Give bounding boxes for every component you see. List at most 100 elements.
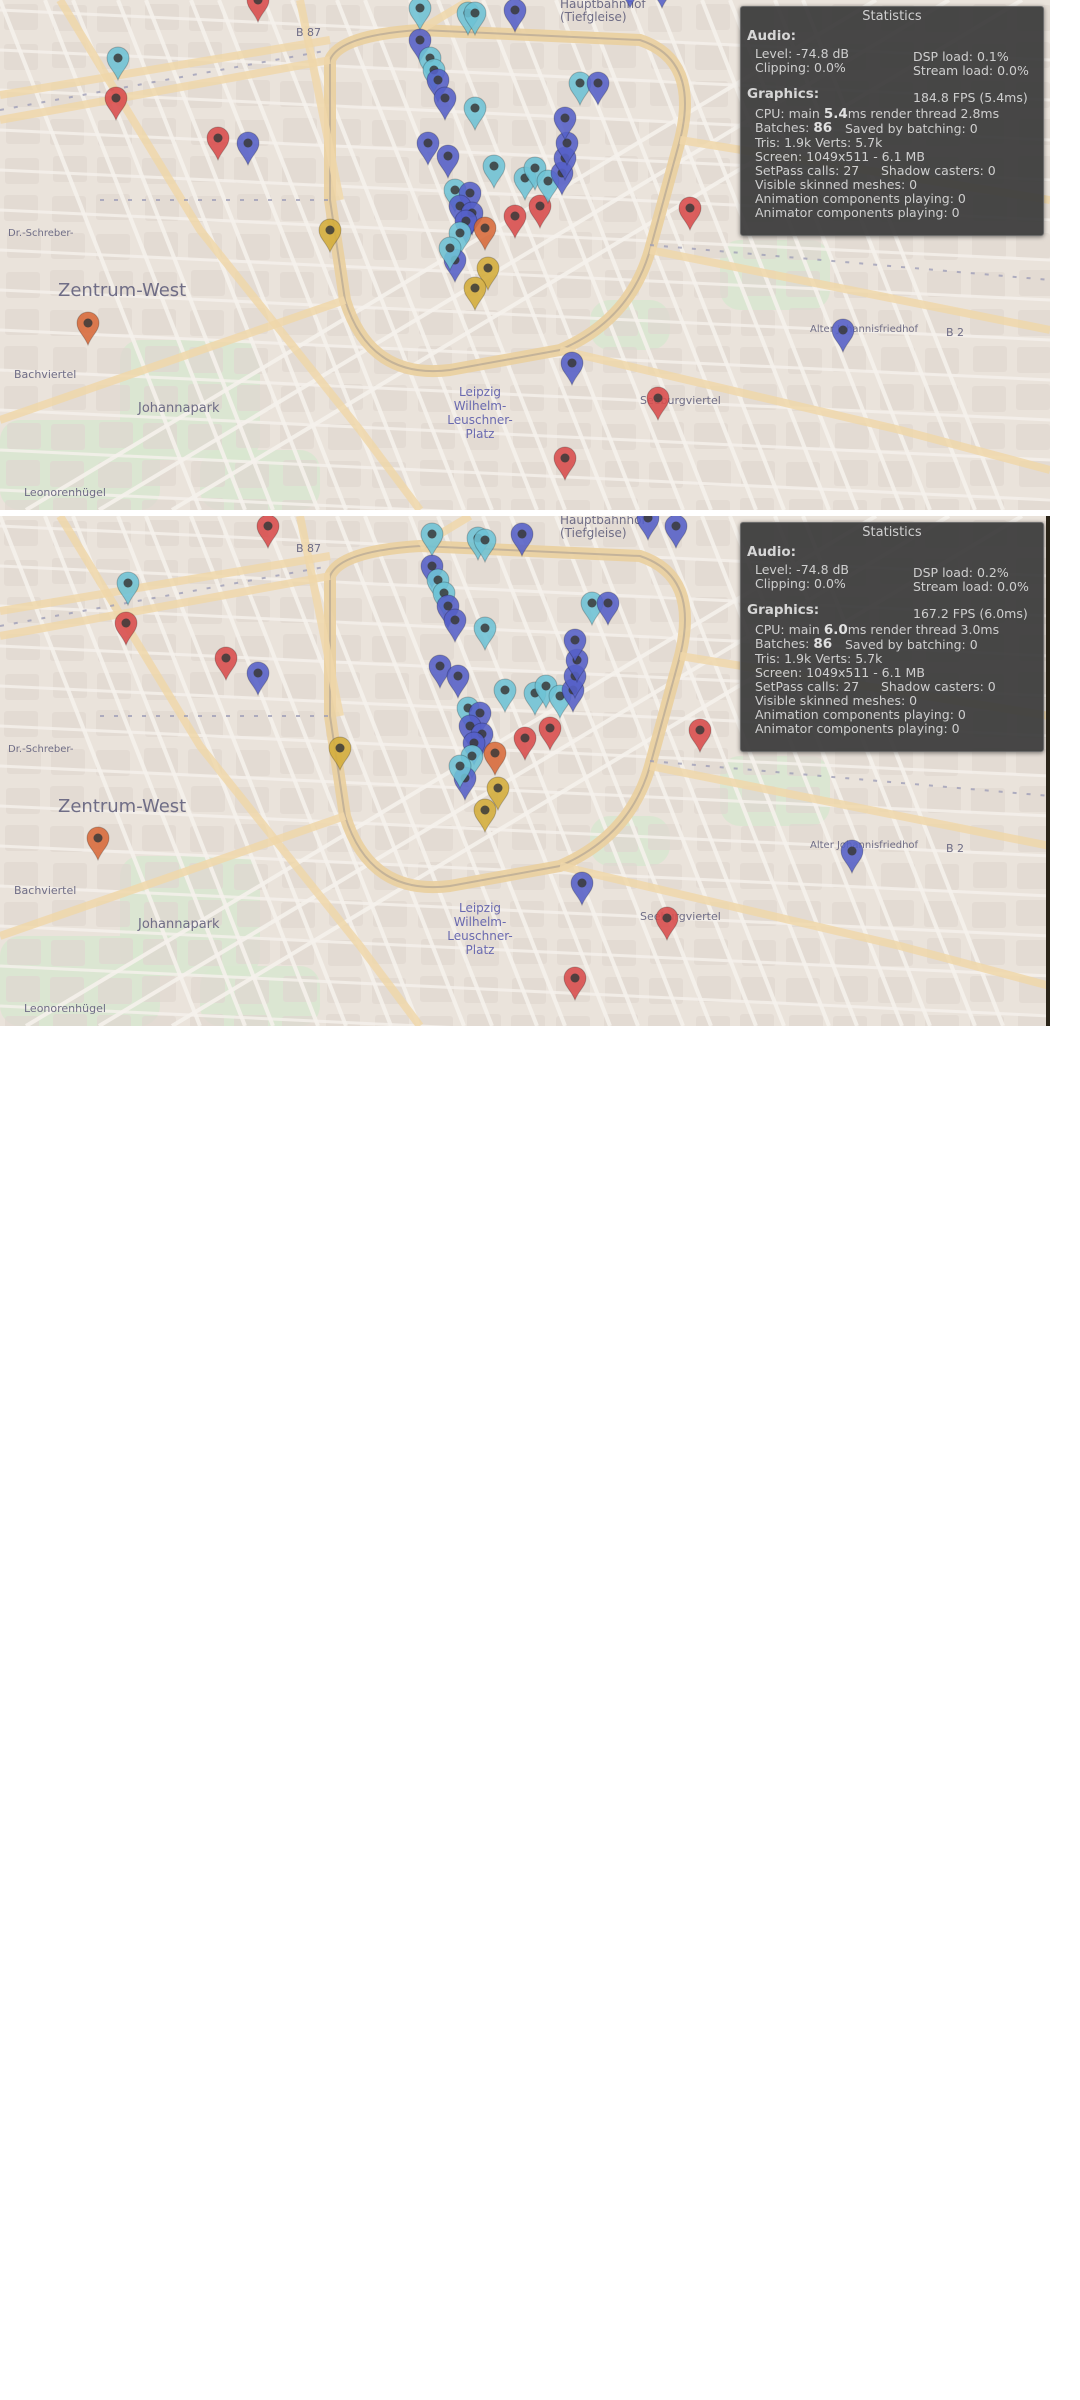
marker-dot (847, 846, 857, 856)
marker-dot (593, 78, 603, 88)
marker-dot (113, 53, 123, 63)
marker-dot (570, 973, 580, 983)
marker-dot (570, 635, 580, 645)
cpu-suffix: ms render thread 2.8ms (847, 106, 1000, 121)
marker-dot (121, 618, 131, 628)
marker-dot (433, 75, 443, 85)
marker-dot (475, 708, 485, 718)
batches-readout: Batches: 86 (755, 120, 833, 136)
audio-header: Audio: (747, 544, 797, 560)
marker-dot (243, 138, 253, 148)
stream-load: Stream load: 0.0% (913, 579, 1029, 594)
marker-dot (445, 243, 455, 253)
map-label: Dr.-Schreber- (8, 228, 74, 239)
marker-dot (489, 161, 499, 171)
stats-title: Statistics (862, 9, 922, 24)
map-label: B 87 (296, 542, 321, 555)
marker-dot (560, 113, 570, 123)
marker-dot (483, 263, 493, 273)
map-label: Leonorenhügel (24, 1002, 106, 1015)
marker-dot (213, 133, 223, 143)
marker-dot (838, 325, 848, 335)
marker-dot (510, 5, 520, 15)
marker-dot (453, 671, 463, 681)
cpu-suffix: ms render thread 3.0ms (847, 622, 1000, 637)
batches-value: 86 (813, 636, 833, 652)
marker-dot (335, 743, 345, 753)
marker-dot (455, 761, 465, 771)
marker-dot (493, 783, 503, 793)
marker-dot (83, 318, 93, 328)
map-view-2[interactable]: Zentrum-West Bachviertel Johannapark Leonor… (0, 516, 1050, 1026)
marker-dot (587, 598, 597, 608)
marker-dot (440, 93, 450, 103)
marker-dot (560, 453, 570, 463)
marker-dot (517, 529, 527, 539)
stream-load: Stream load: 0.0% (913, 63, 1029, 78)
cpu-prefix: CPU: main (755, 106, 824, 121)
map-view-1[interactable]: Zentrum-West Bachviertel Johannapark Leonor… (0, 0, 1050, 510)
marker-dot (577, 878, 587, 888)
map-label: B 2 (946, 326, 964, 339)
batches-prefix: Batches: (755, 636, 814, 651)
audio-header: Audio: (747, 28, 797, 44)
marker-dot (423, 138, 433, 148)
marker-dot (567, 358, 577, 368)
batches-prefix: Batches: (755, 120, 814, 135)
marker-dot (695, 725, 705, 735)
marker-dot (465, 188, 475, 198)
marker-dot (253, 668, 263, 678)
marker-dot (520, 733, 530, 743)
marker-dot (221, 653, 231, 663)
marker-dot (435, 661, 445, 671)
map-label: Alter Johannisfriedhof (810, 324, 919, 335)
marker-dot (685, 203, 695, 213)
map-label: B 87 (296, 26, 321, 39)
marker-dot (671, 521, 681, 531)
marker-dot (480, 223, 490, 233)
marker-dot (443, 151, 453, 161)
stats-title: Statistics (862, 525, 922, 540)
marker-dot (490, 748, 500, 758)
audio-clipping: Clipping: 0.0% (755, 60, 846, 75)
marker-dot (541, 681, 551, 691)
audio-clipping: Clipping: 0.0% (755, 576, 846, 591)
batches-readout: Batches: 86 (755, 636, 833, 652)
map-label: Zentrum-West (58, 796, 186, 817)
marker-dot (510, 211, 520, 221)
marker-dot (603, 598, 613, 608)
marker-dot (111, 93, 121, 103)
map-label: Bachviertel (14, 368, 76, 381)
map-label: Dr.-Schreber- (8, 744, 74, 755)
marker-dot (450, 185, 460, 195)
marker-dot (535, 201, 545, 211)
marker-dot (415, 3, 425, 13)
map-label: Alter Johannisfriedhof (810, 840, 919, 851)
marker-dot (325, 225, 335, 235)
batches-value: 86 (813, 120, 833, 136)
marker-dot (415, 35, 425, 45)
marker-dot (93, 833, 103, 843)
marker-dot (470, 8, 480, 18)
statistics-overlay: Statistics Audio: Level: -74.8 dB Clippi… (740, 522, 1044, 752)
panel-edge (1046, 516, 1050, 1026)
marker-dot (480, 805, 490, 815)
marker-dot (470, 103, 480, 113)
marker-dot (562, 138, 572, 148)
fps-readout: 167.2 FPS (6.0ms) (913, 606, 1028, 621)
marker-dot (500, 685, 510, 695)
map-label: Bachviertel (14, 884, 76, 897)
marker-dot (530, 163, 540, 173)
fps-readout: 184.8 FPS (5.4ms) (913, 90, 1028, 105)
cpu-prefix: CPU: main (755, 622, 824, 637)
animator-components: Animator components playing: 0 (755, 205, 960, 220)
map-label: Johannapark (137, 917, 220, 932)
marker-dot (450, 615, 460, 625)
marker-dot (480, 623, 490, 633)
graphics-header: Graphics: (747, 86, 820, 102)
marker-dot (480, 535, 490, 545)
map-label: Zentrum-West (58, 280, 186, 301)
marker-dot (653, 393, 663, 403)
marker-dot (455, 228, 465, 238)
marker-dot (123, 578, 133, 588)
